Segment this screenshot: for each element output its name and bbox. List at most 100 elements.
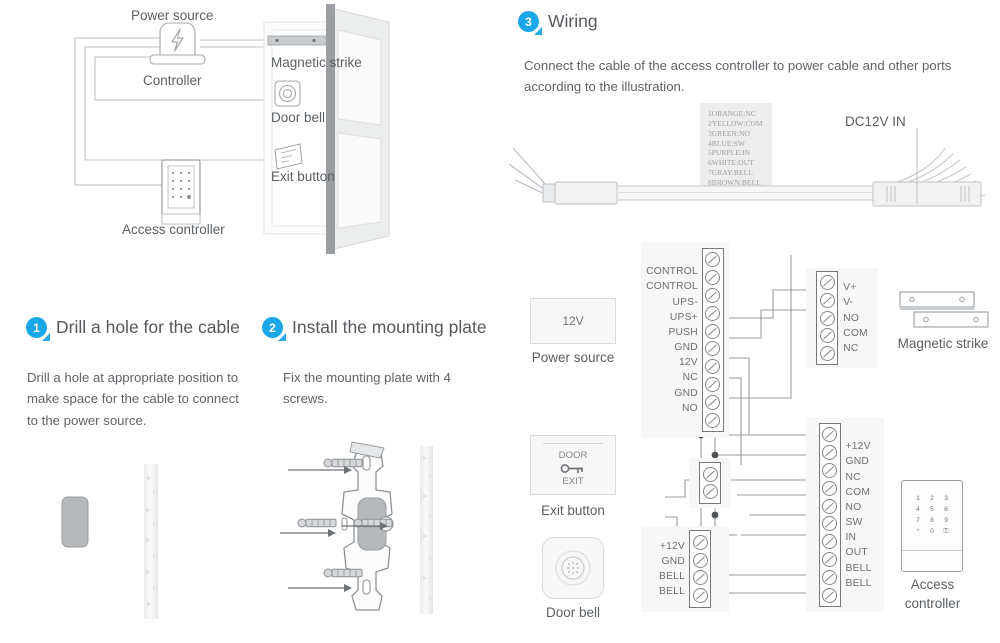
screw-terminal[interactable] bbox=[705, 341, 721, 357]
label-exit-button-wiring: Exit button bbox=[541, 503, 605, 518]
screw-terminal[interactable] bbox=[692, 534, 708, 550]
keypad-key[interactable]: 1 bbox=[915, 495, 920, 502]
access-controller-icon bbox=[161, 159, 201, 225]
pin-label: NO bbox=[843, 312, 860, 324]
pin-label: GND bbox=[661, 555, 685, 567]
step-3-badge: 3 bbox=[518, 11, 539, 32]
pin-label: GND bbox=[674, 342, 698, 354]
keypad-key[interactable]: 9 bbox=[944, 517, 949, 524]
pin-label: PUSH bbox=[668, 326, 698, 338]
screw-terminal[interactable] bbox=[819, 274, 835, 290]
screw-terminal[interactable] bbox=[702, 466, 718, 482]
pin-label: IN bbox=[845, 532, 857, 544]
keypad-key[interactable]: 2 bbox=[929, 495, 934, 502]
terminal-block-access: +12V GND NC COM NO SW IN OUT BELL BELL bbox=[806, 418, 884, 612]
terminal-block-bell: +12V GND BELL BELL bbox=[641, 526, 729, 612]
pin-label: +12V bbox=[845, 441, 871, 453]
device-magnetic-strike bbox=[899, 291, 989, 328]
keypad-key[interactable]: * bbox=[915, 528, 920, 536]
screw-terminal[interactable] bbox=[705, 288, 721, 304]
pin-label: V+ bbox=[843, 282, 857, 294]
screw-terminal-strip bbox=[699, 462, 721, 504]
screw-terminal[interactable] bbox=[705, 376, 721, 392]
step-1-title: Drill a hole for the cable bbox=[56, 317, 240, 337]
screw-terminal[interactable] bbox=[705, 270, 721, 286]
terminal-block-exit bbox=[689, 458, 731, 508]
pin-label: NC bbox=[682, 372, 698, 384]
pin-label: 12V bbox=[678, 357, 698, 369]
device-access-controller: 1 2 3 4 5 6 7 8 9 * 0 ⚿ bbox=[901, 480, 963, 572]
pin-label: BELL bbox=[845, 577, 872, 589]
keypad-key[interactable]: 7 bbox=[915, 517, 920, 524]
label-power-source-wiring: Power source bbox=[531, 350, 615, 365]
screw-terminal[interactable] bbox=[822, 516, 837, 532]
screw-terminal[interactable] bbox=[705, 252, 721, 268]
screw-terminal[interactable] bbox=[819, 328, 835, 344]
door-overview-illustration bbox=[74, 4, 390, 254]
terminal-block-controller: CONTROL CONTROL UPS- UPS+ PUSH GND 12V N… bbox=[641, 243, 729, 437]
keypad-key[interactable]: 5 bbox=[929, 506, 934, 513]
screw-terminal[interactable] bbox=[819, 310, 835, 326]
terminal-block-strike: V+ V- NO COM NC bbox=[806, 268, 878, 368]
screw-terminal[interactable] bbox=[705, 323, 721, 339]
screw-terminal[interactable] bbox=[702, 484, 718, 500]
screw-terminal[interactable] bbox=[822, 569, 837, 585]
pin-label: GND bbox=[845, 456, 869, 468]
keypad-key[interactable]: 3 bbox=[944, 495, 949, 502]
controller-cable-illustration bbox=[508, 128, 986, 207]
exit-button-divider bbox=[543, 442, 603, 445]
magnetic-strike-icon bbox=[267, 35, 327, 46]
screw-terminal-strip bbox=[701, 248, 724, 432]
step-2-badge: 2 bbox=[262, 317, 283, 338]
screw-terminal[interactable] bbox=[822, 551, 837, 567]
screw-terminal[interactable] bbox=[692, 588, 708, 604]
screw-terminal[interactable] bbox=[822, 463, 837, 479]
label-exit-button: Exit button bbox=[271, 169, 335, 184]
screw-terminal-strip bbox=[689, 530, 711, 608]
pin-label: BELL bbox=[659, 586, 685, 598]
screw-terminal[interactable] bbox=[822, 587, 837, 603]
screw-terminal[interactable] bbox=[705, 412, 721, 428]
screw-terminal[interactable] bbox=[822, 480, 837, 496]
device-door-bell bbox=[542, 537, 604, 599]
label-magnetic-strike: Magnetic strike bbox=[271, 55, 362, 70]
screw-terminal[interactable] bbox=[819, 292, 835, 308]
screw-terminal[interactable] bbox=[822, 445, 837, 461]
keypad-key[interactable]: 0 bbox=[929, 528, 934, 536]
pin-label: UPS- bbox=[672, 296, 698, 308]
screw-terminal-strip bbox=[816, 270, 839, 366]
door-leaf bbox=[326, 4, 390, 254]
screw-terminal[interactable] bbox=[692, 552, 708, 568]
screw-terminal[interactable] bbox=[705, 359, 721, 375]
pin-label: COM bbox=[845, 486, 871, 498]
screw-terminal[interactable] bbox=[705, 305, 721, 321]
label-controller: Controller bbox=[143, 73, 202, 88]
bell-speaker-icon bbox=[555, 550, 591, 586]
keypad-key-lock[interactable]: ⚿ bbox=[944, 528, 949, 536]
door-bell-icon bbox=[274, 80, 301, 107]
keypad-grid[interactable]: 1 2 3 4 5 6 7 8 9 * 0 ⚿ bbox=[915, 495, 948, 536]
screw-terminal[interactable] bbox=[819, 346, 835, 362]
pin-label: COM bbox=[843, 327, 868, 339]
key-icon bbox=[560, 464, 583, 474]
label-door-bell-wiring: Door bell bbox=[545, 605, 601, 620]
screw-terminal[interactable] bbox=[692, 570, 708, 586]
label-door-bell: Door bell bbox=[271, 110, 326, 125]
keypad-key[interactable]: 6 bbox=[944, 506, 949, 513]
pin-label: +12V bbox=[659, 540, 685, 552]
label-magnetic-strike-wiring: Magnetic strike bbox=[897, 336, 989, 351]
legend-line: 1ORANGE:NC bbox=[708, 109, 756, 118]
exit-button-door-label: DOOR bbox=[558, 450, 588, 462]
keypad-key[interactable]: 4 bbox=[915, 506, 920, 513]
screw-terminal[interactable] bbox=[822, 534, 837, 550]
step-3-title: Wiring bbox=[548, 11, 598, 31]
pin-label: OUT bbox=[845, 547, 868, 559]
keypad-key[interactable]: 8 bbox=[929, 517, 934, 524]
screw-terminal-strip bbox=[818, 423, 841, 607]
screw-terminal[interactable] bbox=[822, 498, 837, 514]
screw-terminal[interactable] bbox=[822, 427, 837, 443]
pin-label: CONTROL bbox=[646, 266, 698, 278]
label-power-source: Power source bbox=[131, 8, 214, 23]
pin-label: SW bbox=[845, 517, 863, 529]
screw-terminal[interactable] bbox=[705, 394, 721, 410]
